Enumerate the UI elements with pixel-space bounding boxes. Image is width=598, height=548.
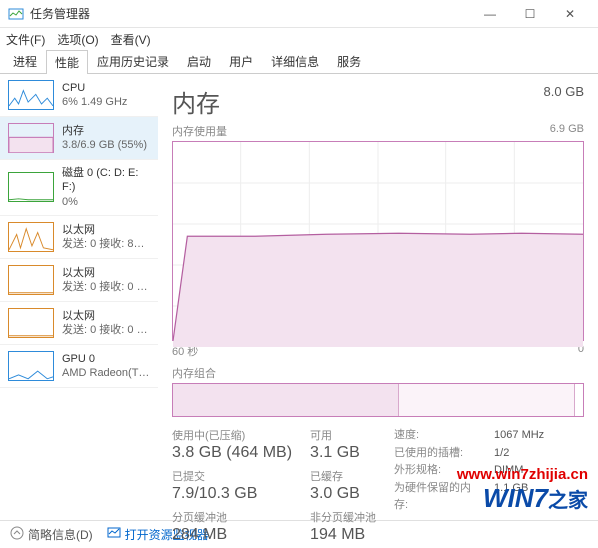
memory-usage-chart [172, 141, 584, 341]
sidebar-item-以太网[interactable]: 以太网发送: 0 接收: 0 Kbps [0, 302, 158, 345]
stat-nonpaged: 非分页缓冲池 194 MB [310, 509, 376, 544]
chart-y-label: 内存使用量 [172, 123, 227, 139]
sidebar-item-sub: 发送: 0 接收: 0 Kbps [62, 280, 150, 294]
content: CPU6% 1.49 GHz内存3.8/6.9 GB (55%)磁盘 0 (C:… [0, 74, 598, 520]
thumb-icon [8, 265, 54, 295]
tab-详细信息[interactable]: 详细信息 [262, 49, 328, 73]
spec-column: 速度:1067 MHz 已使用的插槽:1/2 外形规格:DIMM 为硬件保留的内… [394, 427, 544, 544]
sidebar-item-label: CPU [62, 81, 127, 95]
sidebar-item-sub: 6% 1.49 GHz [62, 95, 127, 109]
sidebar-item-CPU[interactable]: CPU6% 1.49 GHz [0, 74, 158, 117]
sidebar-item-sub: 3.8/6.9 GB (55%) [62, 138, 147, 152]
thumb-icon [8, 351, 54, 381]
minimize-button[interactable]: — [470, 0, 510, 28]
tab-性能[interactable]: 性能 [46, 50, 88, 74]
thumb-icon [8, 123, 54, 153]
page-title: 内存 [172, 84, 220, 119]
stat-cached: 已缓存 3.0 GB [310, 468, 376, 503]
resmon-icon [107, 526, 121, 543]
sidebar-item-label: 以太网 [62, 223, 150, 237]
sidebar-item-以太网[interactable]: 以太网发送: 0 接收: 88.0 Kbps [0, 216, 158, 259]
fewer-details[interactable]: 简略信息(D) [10, 526, 93, 543]
sidebar-item-label: 以太网 [62, 309, 150, 323]
composition-label: 内存组合 [172, 365, 584, 381]
menu-view[interactable]: 查看(V) [111, 31, 151, 48]
tabs: 进程性能应用历史记录启动用户详细信息服务 [0, 50, 598, 74]
stat-in-use: 使用中(已压缩) 3.8 GB (464 MB) [172, 427, 292, 462]
stat-paged: 分页缓冲池 284 MB [172, 509, 292, 544]
tab-启动[interactable]: 启动 [178, 49, 220, 73]
tab-用户[interactable]: 用户 [220, 49, 262, 73]
sidebar: CPU6% 1.49 GHz内存3.8/6.9 GB (55%)磁盘 0 (C:… [0, 74, 158, 520]
sidebar-item-磁盘 0 (C: D: E: F:)[interactable]: 磁盘 0 (C: D: E: F:)0% [0, 160, 158, 216]
chevron-up-icon [10, 526, 24, 543]
titlebar: 任务管理器 — ☐ ✕ [0, 0, 598, 28]
menu-options[interactable]: 选项(O) [57, 31, 98, 48]
sidebar-item-sub: AMD Radeon(TM) Vega 2% [62, 366, 150, 380]
tab-应用历史记录[interactable]: 应用历史记录 [88, 49, 178, 73]
thumb-icon [8, 222, 54, 252]
stats-area: 使用中(已压缩) 3.8 GB (464 MB) 已提交 7.9/10.3 GB… [172, 427, 584, 544]
window-buttons: — ☐ ✕ [470, 0, 590, 28]
sidebar-item-sub: 发送: 0 接收: 0 Kbps [62, 323, 150, 337]
menu-file[interactable]: 文件(F) [6, 31, 45, 48]
app-icon [8, 6, 24, 22]
stat-committed: 已提交 7.9/10.3 GB [172, 468, 292, 503]
stat-available: 可用 3.1 GB [310, 427, 376, 462]
sidebar-item-sub: 发送: 0 接收: 88.0 Kbps [62, 237, 150, 251]
tab-进程[interactable]: 进程 [4, 49, 46, 73]
chart-y-max: 6.9 GB [550, 123, 584, 139]
memory-composition-chart [172, 383, 584, 417]
sidebar-item-以太网[interactable]: 以太网发送: 0 接收: 0 Kbps [0, 259, 158, 302]
tab-服务[interactable]: 服务 [328, 49, 370, 73]
menubar: 文件(F) 选项(O) 查看(V) [0, 28, 598, 50]
window-title: 任务管理器 [30, 5, 470, 22]
sidebar-item-label: GPU 0 [62, 352, 150, 366]
maximize-button[interactable]: ☐ [510, 0, 550, 28]
thumb-icon [8, 80, 54, 110]
sidebar-item-sub: 0% [62, 195, 150, 209]
main-panel: 内存 8.0 GB 内存使用量 6.9 GB 60 秒 0 内存组合 [158, 74, 598, 520]
sidebar-item-内存[interactable]: 内存3.8/6.9 GB (55%) [0, 117, 158, 160]
thumb-icon [8, 308, 54, 338]
sidebar-item-label: 以太网 [62, 266, 150, 280]
sidebar-item-label: 内存 [62, 124, 147, 138]
sidebar-item-label: 磁盘 0 (C: D: E: F:) [62, 166, 150, 195]
close-button[interactable]: ✕ [550, 0, 590, 28]
memory-total: 8.0 GB [544, 84, 584, 99]
thumb-icon [8, 172, 54, 202]
sidebar-item-GPU 0[interactable]: GPU 0AMD Radeon(TM) Vega 2% [0, 345, 158, 388]
